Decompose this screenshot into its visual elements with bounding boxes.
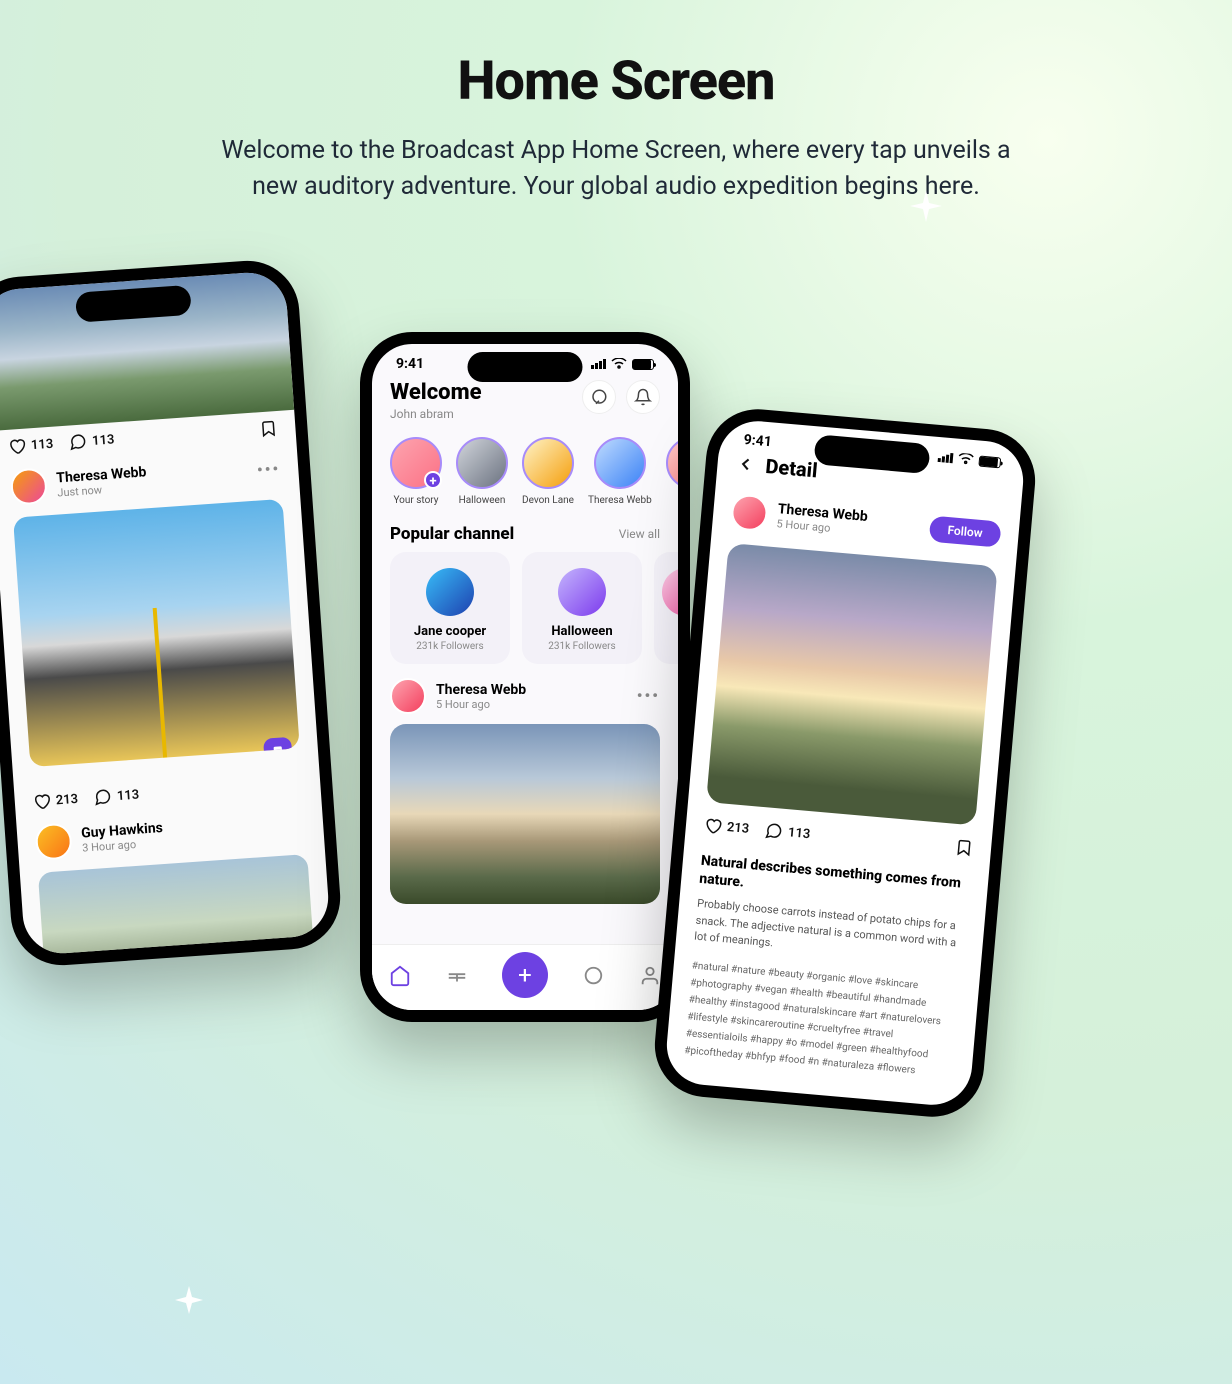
detail-tags: #natural #nature #beauty #organic #love … [684,957,962,1082]
avatar [34,822,72,860]
avatar [10,467,48,505]
comment-button[interactable]: 113 [69,430,115,451]
tab-messages[interactable] [582,965,604,991]
signal-icon [591,359,606,369]
post-image[interactable] [390,724,660,904]
hero-section: Home Screen Welcome to the Broadcast App… [0,0,1232,206]
channel-card[interactable]: Jane cooper231k Followers [390,552,510,664]
battery-icon [978,455,1001,468]
post-author: Theresa Webb [436,682,526,698]
story-item[interactable]: Theresa Webb [588,437,652,506]
tab-home[interactable] [389,965,411,991]
phone-mockup-home: 9:41 Welcome John abram +Your story Hall… [360,332,690,1022]
messages-button[interactable] [582,380,616,414]
phone-mockup-detail: 9:41 Detail Theresa Webb 5 Hour ago Foll… [651,405,1040,1121]
channel-card[interactable]: Co231 [654,552,678,664]
like-button[interactable]: 213 [32,790,78,811]
comment-button[interactable]: 113 [764,821,811,843]
phone-mockup-feed: 113 113 Theresa Webb Just now ••• 213 11… [0,257,344,968]
notifications-button[interactable] [626,380,660,414]
story-item[interactable]: Halloween [456,437,508,506]
page-description: Welcome to the Broadcast App Home Screen… [206,133,1026,206]
username: John abram [390,407,482,421]
signal-icon [938,452,954,463]
page-title: Home Screen [0,50,1232,113]
tab-bar: + [372,944,678,1010]
wifi-icon [957,453,974,466]
detail-image[interactable] [706,543,998,826]
wifi-icon [611,358,627,370]
view-all-link[interactable]: View all [619,527,660,541]
post-image[interactable] [13,499,300,767]
welcome-title: Welcome [390,380,482,405]
like-button[interactable]: 113 [7,435,53,456]
status-time: 9:41 [743,432,772,450]
stories-row: +Your story Halloween Devon Lane Theresa… [372,421,678,516]
status-time: 9:41 [396,356,424,372]
detail-title: Detail [765,454,819,482]
back-icon[interactable] [735,453,757,475]
bookmark-button[interactable] [954,838,974,858]
follow-button[interactable]: Follow [928,516,1001,548]
post-time: 5 Hour ago [436,698,526,711]
phone-notch [468,352,583,382]
comment-button[interactable]: 113 [93,786,139,807]
avatar [730,493,769,532]
like-button[interactable]: 213 [703,816,750,838]
story-item[interactable]: Floy [666,437,678,506]
popular-channel-title: Popular channel [390,524,514,544]
bookmark-fab[interactable] [263,737,293,767]
add-story-icon: + [424,471,442,489]
story-item[interactable]: Devon Lane [522,437,574,506]
battery-icon [632,359,654,370]
post-header[interactable]: Theresa Webb 5 Hour ago ••• [390,678,660,714]
bookmark-button[interactable] [259,419,278,438]
channel-card[interactable]: Halloween231k Followers [522,552,642,664]
post-image[interactable] [38,854,318,956]
more-icon[interactable]: ••• [637,686,660,705]
channels-row: Jane cooper231k Followers Halloween231k … [372,552,678,664]
tab-create[interactable]: + [502,952,548,998]
tab-profile[interactable] [639,965,661,991]
tab-explore[interactable] [446,965,468,991]
avatar [390,678,426,714]
more-icon[interactable]: ••• [256,459,281,480]
story-item[interactable]: +Your story [390,437,442,506]
